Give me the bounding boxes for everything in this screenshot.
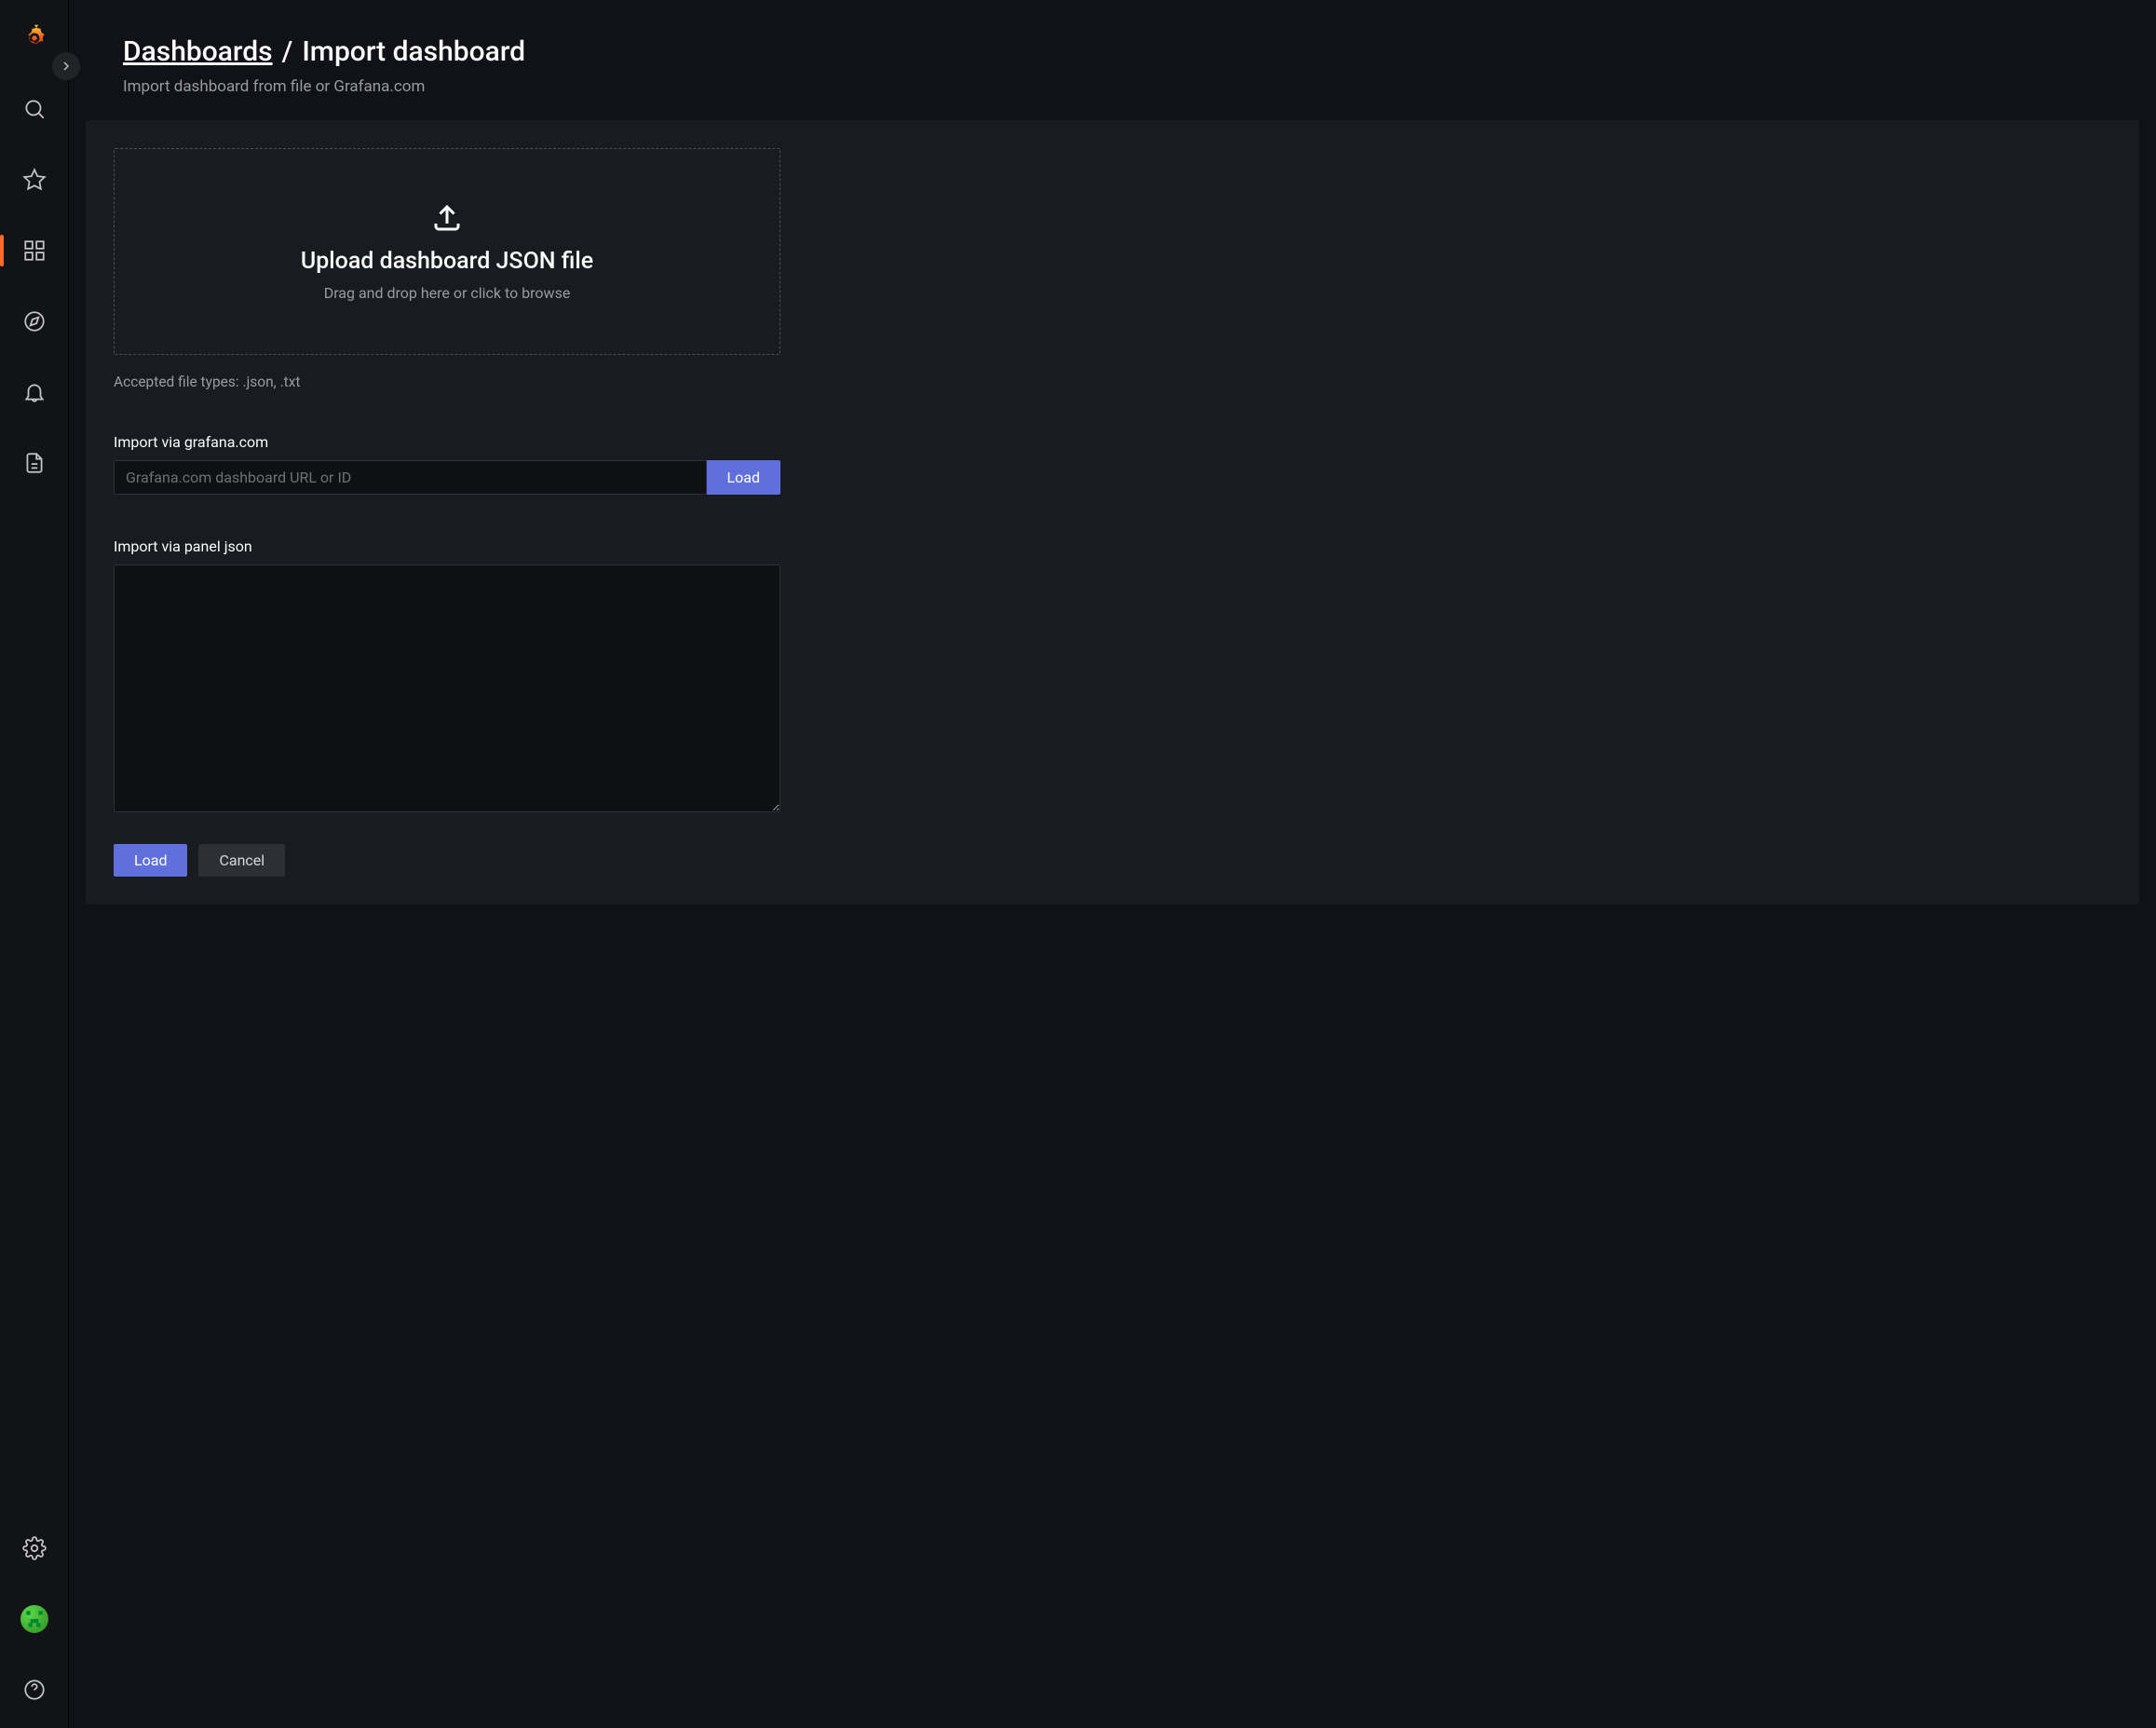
nav-alerting[interactable] (13, 371, 56, 414)
grafana-logo[interactable] (13, 17, 56, 60)
accepted-file-types: Accepted file types: .json, .txt (114, 374, 780, 390)
bell-icon (22, 380, 47, 404)
sidebar (0, 0, 69, 1728)
nav-explore[interactable] (13, 300, 56, 343)
document-icon (22, 451, 47, 475)
compass-icon (22, 309, 47, 333)
cancel-button[interactable]: Cancel (198, 844, 285, 877)
dropzone-hint: Drag and drop here or click to browse (324, 284, 571, 302)
grafana-logo-icon (19, 22, 50, 54)
expand-sidebar-button[interactable] (52, 52, 80, 80)
nav-starred[interactable] (13, 158, 56, 201)
breadcrumb: Dashboards / Import dashboard (123, 35, 2102, 68)
star-icon (22, 168, 47, 192)
nav-search[interactable] (13, 88, 56, 130)
json-import-textarea[interactable] (114, 565, 780, 812)
breadcrumb-current: Import dashboard (302, 35, 525, 68)
dropzone-title: Upload dashboard JSON file (301, 248, 593, 275)
help-icon (22, 1678, 47, 1702)
dashboards-icon (22, 238, 47, 263)
load-button[interactable]: Load (114, 844, 187, 877)
avatar-icon (22, 1607, 47, 1631)
upload-icon (430, 201, 464, 238)
import-panel: Upload dashboard JSON file Drag and drop… (86, 120, 2139, 905)
page-subtitle: Import dashboard from file or Grafana.co… (123, 77, 2102, 96)
upload-dropzone[interactable]: Upload dashboard JSON file Drag and drop… (114, 148, 780, 355)
search-icon (22, 97, 47, 121)
json-import-label: Import via panel json (114, 537, 780, 555)
gear-icon (22, 1536, 47, 1560)
grafana-url-input[interactable] (114, 460, 707, 495)
nav-connections[interactable] (13, 442, 56, 484)
nav-admin[interactable] (13, 1527, 56, 1570)
page-header: Dashboards / Import dashboard Import das… (69, 0, 2156, 120)
nav-help[interactable] (13, 1668, 56, 1711)
nav-dashboards[interactable] (13, 229, 56, 272)
main-content: Dashboards / Import dashboard Import das… (69, 0, 2156, 1728)
breadcrumb-parent-link[interactable]: Dashboards (123, 35, 273, 68)
nav-profile[interactable] (13, 1598, 56, 1640)
breadcrumb-separator: / (282, 35, 293, 68)
grafana-import-label: Import via grafana.com (114, 433, 780, 451)
avatar (20, 1605, 48, 1633)
grafana-load-button[interactable]: Load (707, 460, 780, 495)
